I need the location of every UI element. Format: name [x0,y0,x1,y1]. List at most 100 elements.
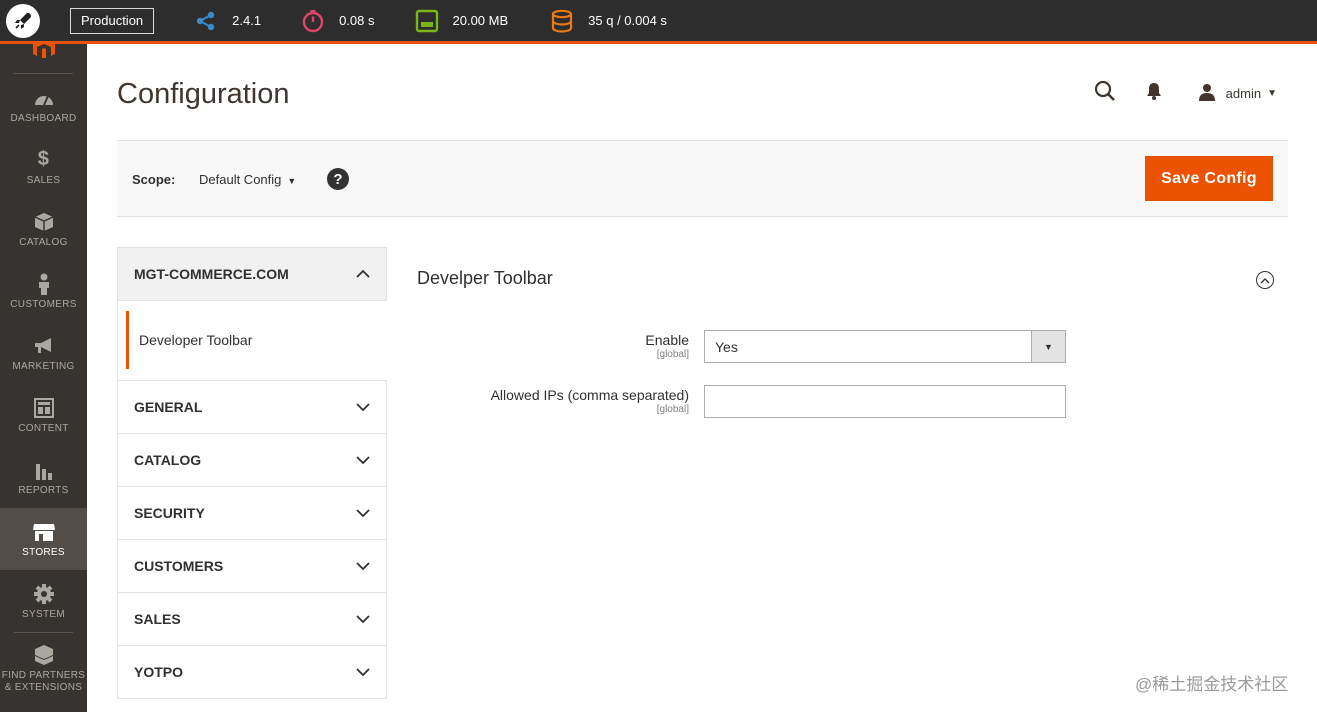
magento-icon [32,44,55,58]
tab-developer-toolbar[interactable]: Developer Toolbar [126,311,387,369]
gear-icon [33,583,55,605]
chevron-up-icon [356,269,370,278]
tab-group-label: SALES [134,611,181,627]
chevron-down-icon: ▼ [287,176,297,186]
field-scope-tag: [global] [656,349,689,360]
chevron-down-icon [356,562,370,571]
dollar-icon: $ [37,148,50,170]
memory-metric[interactable]: 20.00 MB [415,9,509,33]
scope-bar: Scope: Default Config ▼ ? Save Config [117,140,1288,217]
field-label-text: Allowed IPs (comma separated) [490,387,689,403]
scope-switcher[interactable]: Default Config ▼ [199,172,296,187]
version-value: 2.4.1 [232,13,262,28]
chevron-down-icon [356,509,370,518]
bell-icon[interactable] [1146,82,1162,105]
nav-content[interactable]: CONTENT [0,384,87,446]
nav-dashboard[interactable]: DASHBOARD [0,74,87,136]
help-icon[interactable]: ? [327,168,349,190]
database-metric[interactable]: 35 q / 0.004 s [550,9,667,33]
developer-toolbar: Production 2.4.1 0.08 s 20.00 MB 35 q / … [0,0,1317,44]
tab-group-label: GENERAL [134,399,203,415]
tab-group-sales[interactable]: SALES [117,593,387,646]
chevron-down-icon [356,403,370,412]
config-tabs: MGT-COMMERCE.COM Developer Toolbar GENER… [117,247,387,699]
layout-icon [33,397,54,419]
nav-label: REPORTS [18,484,69,496]
nav-label: DASHBOARD [10,112,77,124]
tab-group-label: SECURITY [134,505,205,521]
admin-sidebar: DASHBOARD $ SALES CATALOG CUSTOMERS MARK… [0,44,87,712]
field-scope-tag: [global] [656,404,689,415]
tab-group-label: MGT-COMMERCE.COM [134,266,289,282]
tab-group-label: YOTPO [134,664,184,680]
nav-label: SYSTEM [22,608,65,620]
chevron-down-icon [356,615,370,624]
memory-value: 20.00 MB [452,13,509,28]
time-value: 0.08 s [339,13,375,28]
field-label-text: Enable [645,332,689,348]
stopwatch-icon [301,9,325,33]
environment-badge[interactable]: Production [70,7,155,34]
allowed-ips-label: Allowed IPs (comma separated) [global] [491,387,689,415]
dashboard-icon [33,87,55,109]
nav-stores[interactable]: STORES [0,508,87,570]
nav-reports[interactable]: REPORTS [0,446,87,508]
header-actions: admin ▼ [1094,80,1277,107]
user-icon [1198,83,1216,104]
tab-group-label: CATALOG [134,452,202,468]
enable-select-value: Yes [715,339,738,355]
allowed-ips-input[interactable] [704,385,1066,418]
version-metric[interactable]: 2.4.1 [194,9,261,33]
search-icon[interactable] [1094,80,1116,107]
bar-chart-icon [34,459,54,481]
partners-label-line1: FIND PARTNERS [1,670,86,681]
rocket-icon [15,12,31,29]
tab-group-general[interactable]: GENERAL [117,381,387,434]
memory-icon [415,9,439,33]
tab-group-customers[interactable]: CUSTOMERS [117,540,387,593]
save-config-button[interactable]: Save Config [1145,156,1273,201]
tab-group-catalog[interactable]: CATALOG [117,434,387,487]
share-icon [194,9,218,33]
scope-value: Default Config [199,172,282,187]
nav-system[interactable]: SYSTEM [0,570,87,632]
person-icon [37,273,51,295]
chevron-down-icon: ▼ [1031,331,1065,362]
scope-label: Scope: [132,172,176,187]
tab-group-security[interactable]: SECURITY [117,487,387,540]
partners-label-line2: & EXTENSIONS [4,682,83,693]
megaphone-icon [33,335,55,357]
enable-select[interactable]: Yes ▼ [704,330,1066,363]
nav-catalog[interactable]: CATALOG [0,198,87,260]
nav-label: MARKETING [12,360,75,372]
tab-group-yotpo[interactable]: YOTPO [117,646,387,699]
enable-label: Enable [global] [645,332,689,360]
nav-customers[interactable]: CUSTOMERS [0,260,87,322]
page-title: Configuration [117,78,290,110]
time-metric[interactable]: 0.08 s [301,9,375,33]
nav-label: CATALOG [19,236,68,248]
admin-username: admin [1225,86,1262,101]
nav-label: SALES [26,174,61,186]
nav-sales[interactable]: $ SALES [0,136,87,198]
chevron-down-icon [356,456,370,465]
database-icon [550,9,574,33]
section-title[interactable]: Develper Toolbar [417,268,553,289]
cubes-icon [33,644,55,666]
box-icon [34,211,54,233]
collapse-icon[interactable] [1256,271,1274,289]
tab-group-mgt-commerce[interactable]: MGT-COMMERCE.COM [117,247,387,301]
watermark: @稀土掘金技术社区 [1135,675,1289,694]
magento-logo[interactable] [14,44,73,74]
nav-label: STORES [22,546,65,558]
nav-label: CONTENT [18,422,69,434]
nav-marketing[interactable]: MARKETING [0,322,87,384]
rocket-logo[interactable] [0,0,46,43]
store-icon [32,521,56,543]
database-value: 35 q / 0.004 s [588,13,667,28]
admin-user-menu[interactable]: admin ▼ [1198,83,1277,104]
chevron-down-icon [356,668,370,677]
tab-group-items: Developer Toolbar [117,301,387,381]
nav-find-partners[interactable]: FIND PARTNERS & EXTENSIONS [0,633,87,705]
nav-label: CUSTOMERS [10,298,77,310]
